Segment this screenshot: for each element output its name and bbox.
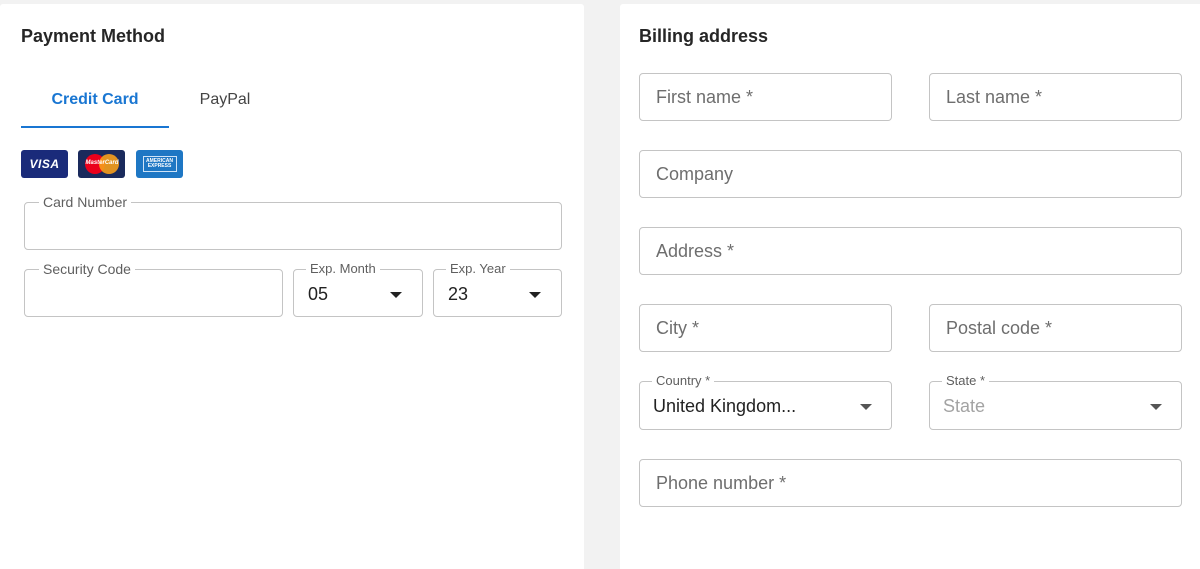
phone-number-input[interactable]: Phone number * xyxy=(639,459,1182,507)
state-value: State xyxy=(943,396,986,416)
exp-month-value: 05 xyxy=(308,284,329,304)
state-select[interactable]: State * State xyxy=(929,373,1182,430)
visa-icon: VISA xyxy=(21,150,68,178)
billing-address-title: Billing address xyxy=(639,26,769,46)
card-number-field[interactable]: Card Number xyxy=(24,194,562,250)
chevron-down-icon xyxy=(860,404,872,410)
visa-logo-text: VISA xyxy=(29,157,60,171)
company-placeholder: Company xyxy=(656,164,734,184)
active-tab-indicator xyxy=(21,126,169,128)
postal-code-input[interactable]: Postal code * xyxy=(929,304,1182,352)
city-placeholder: City * xyxy=(656,318,700,338)
first-name-placeholder: First name * xyxy=(656,87,754,107)
last-name-input[interactable]: Last name * xyxy=(929,73,1182,121)
tab-paypal[interactable]: PayPal xyxy=(175,72,275,128)
exp-month-label: Exp. Month xyxy=(306,261,380,277)
country-select[interactable]: Country * United Kingdom... xyxy=(639,373,892,430)
chevron-down-icon xyxy=(529,292,541,298)
exp-month-select[interactable]: Exp. Month 05 xyxy=(293,261,423,317)
city-input[interactable]: City * xyxy=(639,304,892,352)
chevron-down-icon xyxy=(1150,404,1162,410)
mastercard-logo-text: MasterCard xyxy=(85,160,119,166)
security-code-label: Security Code xyxy=(39,261,135,277)
billing-address-panel: Billing address First name * Last name *… xyxy=(620,4,1200,569)
payment-method-title: Payment Method xyxy=(21,26,166,46)
exp-year-label: Exp. Year xyxy=(446,261,510,277)
last-name-placeholder: Last name * xyxy=(946,87,1043,107)
chevron-down-icon xyxy=(390,292,402,298)
card-number-label: Card Number xyxy=(39,194,132,210)
country-label: Country * xyxy=(652,373,715,389)
state-label: State * xyxy=(942,373,990,389)
first-name-input[interactable]: First name * xyxy=(639,73,892,121)
exp-year-select[interactable]: Exp. Year 23 xyxy=(433,261,562,317)
country-value: United Kingdom... xyxy=(653,396,797,416)
amex-logo-text: AMERICAN EXPRESS xyxy=(146,158,173,169)
payment-method-panel: Payment Method Credit Card PayPal VISA M… xyxy=(0,4,584,569)
amex-icon: AMERICAN EXPRESS xyxy=(136,150,183,178)
security-code-field[interactable]: Security Code xyxy=(24,261,283,317)
mastercard-icon: MasterCard xyxy=(78,150,125,178)
tab-credit-card[interactable]: Credit Card xyxy=(21,72,169,128)
postal-code-placeholder: Postal code * xyxy=(946,318,1053,338)
exp-year-value: 23 xyxy=(448,284,469,304)
company-input[interactable]: Company xyxy=(639,150,1182,198)
phone-number-placeholder: Phone number * xyxy=(656,473,787,493)
address-input[interactable]: Address * xyxy=(639,227,1182,275)
address-placeholder: Address * xyxy=(656,241,735,261)
